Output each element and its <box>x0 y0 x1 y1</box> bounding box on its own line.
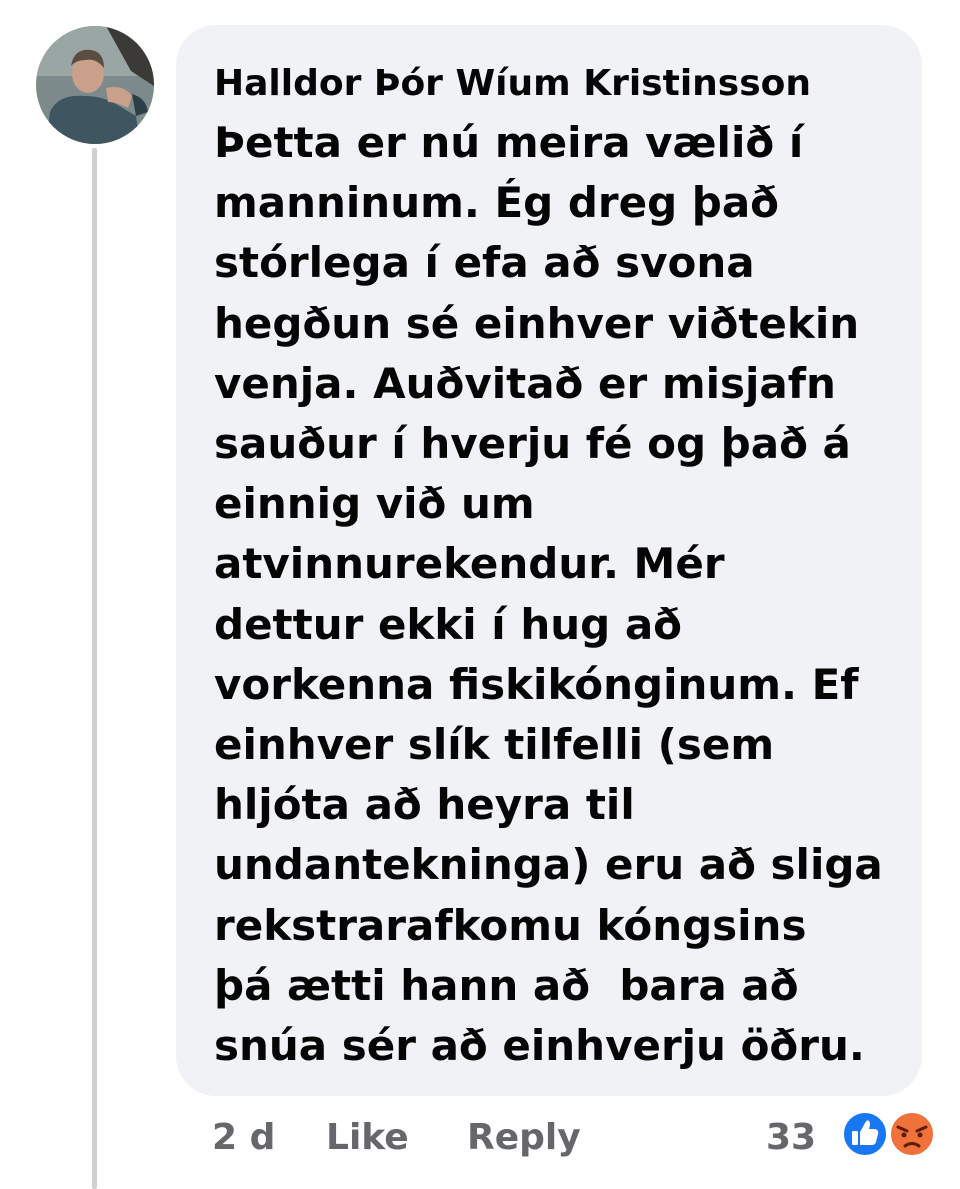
comment-line: manninum. Ég dreg það <box>214 178 780 228</box>
comment-line: venja. Auðvitað er misjafn <box>214 358 836 408</box>
author-name[interactable]: Halldor Þór Wíum Kristinsson <box>214 61 894 107</box>
comment-line: snúa sér að einhverju öðru. <box>214 1021 865 1071</box>
comment-line: þá ætti hann að bara að <box>214 960 799 1010</box>
like-button[interactable]: Like <box>326 1110 409 1166</box>
comment-line: atvinnurekendur. Mér <box>214 539 725 589</box>
comment-line: einnig við um <box>214 479 535 529</box>
comment-text: Þetta er nú meira vælið í manninum. Ég d… <box>214 113 894 1076</box>
comment-bubble: Halldor Þór Wíum Kristinsson Þetta er nú… <box>176 25 922 1096</box>
comment-line: undantekninga) eru að sliga <box>214 840 883 890</box>
comment-line: einhver slík tilfelli (sem <box>214 720 775 770</box>
comment-line: hegðun sé einhver viðtekin <box>214 298 860 348</box>
comment-line: rekstrarafkomu kóngsins <box>214 900 807 950</box>
comment-line: sauður í hverju fé og það á <box>214 419 851 469</box>
thread-line <box>92 148 97 1189</box>
comment-line: hljóta að heyra til <box>214 780 635 830</box>
comment-line: vorkenna fiskikónginum. Ef <box>214 659 859 709</box>
comment-timestamp[interactable]: 2 d <box>212 1110 275 1166</box>
comment-line: Þetta er nú meira vælið í <box>214 118 804 167</box>
comment-line: dettur ekki í hug að <box>214 599 683 649</box>
reaction-icons[interactable] <box>838 1108 940 1160</box>
like-reaction-icon <box>840 1109 890 1159</box>
reply-button[interactable]: Reply <box>467 1110 581 1166</box>
profile-photo-icon <box>36 26 154 144</box>
angry-reaction-icon <box>887 1109 937 1159</box>
avatar[interactable] <box>36 26 154 144</box>
comment-line: stórlega í efa að svona <box>214 238 755 288</box>
reaction-count[interactable]: 33 <box>766 1110 816 1166</box>
